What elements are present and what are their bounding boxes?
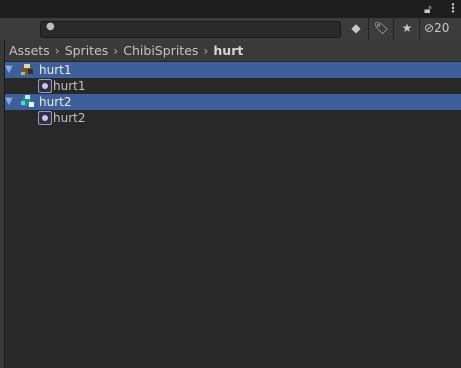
divider	[368, 18, 369, 40]
tree-row-hurt2[interactable]: ▼ hurt2	[5, 94, 461, 110]
label-filter-icon[interactable]: 🏷︎	[370, 21, 392, 37]
divider	[393, 18, 394, 40]
tree-row-hurt2-sprite[interactable]: hurt2	[5, 110, 461, 126]
hidden-count: 20	[434, 21, 450, 35]
expand-arrow-icon[interactable]: ▼	[5, 94, 13, 110]
type-filter-icon[interactable]: ◆	[345, 21, 367, 37]
tree-row-hurt1[interactable]: ▼ hurt1	[5, 62, 461, 78]
asset-tree: ▼ hurt1 hurt1 ▼ hurt2 hurt2	[5, 62, 461, 126]
favorite-icon[interactable]: ★	[396, 21, 418, 37]
chevron-right-icon: ›	[203, 43, 209, 58]
more-options-icon[interactable]: ⋮	[447, 1, 459, 15]
visibility-toggle[interactable]: ⊘20	[424, 21, 449, 35]
breadcrumb-item-assets[interactable]: Assets	[9, 43, 50, 58]
tree-row-hurt1-sprite[interactable]: hurt1	[5, 78, 461, 94]
search-icon: ●	[46, 21, 55, 32]
breadcrumb-item-chibisprites[interactable]: ChibiSprites	[123, 43, 198, 58]
sprite-sheet-icon	[21, 64, 33, 75]
tree-label: hurt2	[39, 95, 72, 109]
tree-label: hurt2	[53, 111, 86, 125]
chevron-right-icon: ›	[113, 43, 119, 58]
chevron-right-icon: ›	[54, 43, 60, 58]
expand-arrow-icon[interactable]: ▼	[5, 62, 13, 78]
search-input[interactable]: ●	[40, 21, 341, 38]
tree-label: hurt1	[39, 63, 72, 77]
window-header: 🔓︎ ⋮	[0, 0, 461, 18]
divider	[419, 18, 420, 40]
sprite-icon	[38, 79, 52, 93]
breadcrumb-item-hurt[interactable]: hurt	[213, 43, 243, 58]
lock-icon[interactable]: 🔓︎	[424, 2, 432, 17]
sprite-sheet-icon	[21, 95, 34, 107]
tree-label: hurt1	[53, 79, 86, 93]
sprite-icon	[38, 111, 52, 125]
breadcrumb-item-sprites[interactable]: Sprites	[65, 43, 109, 58]
breadcrumb: Assets › Sprites › ChibiSprites › hurt	[5, 40, 461, 62]
visibility-icon: ⊘	[424, 21, 435, 35]
project-toolbar: ● ◆ 🏷︎ ★ ⊘20	[0, 18, 461, 41]
